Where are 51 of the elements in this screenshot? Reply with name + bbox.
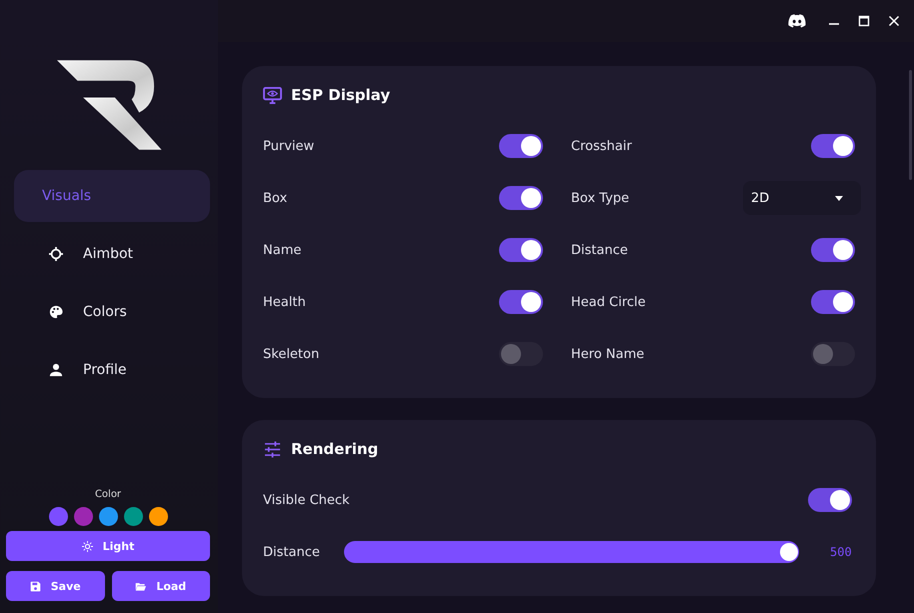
color-swatch[interactable] [148, 507, 168, 526]
toggle-switch[interactable] [499, 186, 543, 210]
setting-label: Skeleton [263, 346, 320, 362]
color-swatch[interactable] [124, 507, 142, 526]
load-button[interactable]: Load [112, 571, 210, 601]
color-swatch[interactable] [74, 507, 92, 526]
color-label: Color [94, 489, 122, 500]
folder-icon [135, 580, 146, 592]
nav-item[interactable]: Colors [14, 286, 210, 338]
setting-label: Head Circle [571, 294, 646, 310]
person-icon [49, 363, 63, 377]
nav-item[interactable]: Aimbot [14, 228, 210, 280]
toggle-switch[interactable] [499, 238, 543, 262]
nav-item[interactable]: Profile [14, 344, 210, 396]
sun-icon [82, 540, 93, 552]
toggle-switch[interactable] [808, 488, 852, 512]
setting-label: Health [263, 294, 306, 310]
setting-label: Name [263, 242, 302, 258]
sliders-icon [263, 440, 282, 458]
toggle-switch[interactable] [811, 342, 855, 366]
setting-label: Crosshair [571, 138, 632, 154]
card-title: Rendering [291, 440, 378, 458]
scrollbar-thumb[interactable] [909, 70, 912, 180]
setting-label: Distance [263, 544, 321, 560]
setting-label: Box [263, 190, 288, 206]
setting-label: Box Type [571, 190, 630, 206]
card-title: ESP Display [291, 86, 390, 104]
dropdown[interactable]: 2D [743, 181, 861, 215]
discord-icon[interactable] [788, 14, 806, 28]
maximize-icon[interactable] [858, 15, 870, 27]
nav-item[interactable]: Visuals [14, 170, 210, 222]
toggle-switch[interactable] [811, 290, 855, 314]
crosshair-icon [49, 247, 63, 261]
setting-label: Hero Name [571, 346, 644, 362]
palette-icon [49, 305, 63, 319]
caret-icon [835, 196, 843, 200]
monitor-eye-icon [263, 86, 282, 104]
setting-label: Distance [571, 242, 628, 258]
slider-value: 500 [830, 545, 852, 559]
toggle-switch[interactable] [499, 134, 543, 158]
toggle-switch[interactable] [811, 134, 855, 158]
toggle-switch[interactable] [499, 290, 543, 314]
close-icon[interactable] [888, 15, 900, 27]
toggle-switch[interactable] [499, 342, 543, 366]
setting-label: Purview [263, 138, 314, 154]
light-button[interactable]: Light [6, 531, 210, 561]
color-swatch[interactable] [98, 507, 118, 526]
toggle-switch[interactable] [811, 238, 855, 262]
setting-label: Visible Check [263, 492, 350, 508]
save-button[interactable]: Save [6, 571, 104, 601]
color-swatch[interactable] [48, 507, 68, 526]
